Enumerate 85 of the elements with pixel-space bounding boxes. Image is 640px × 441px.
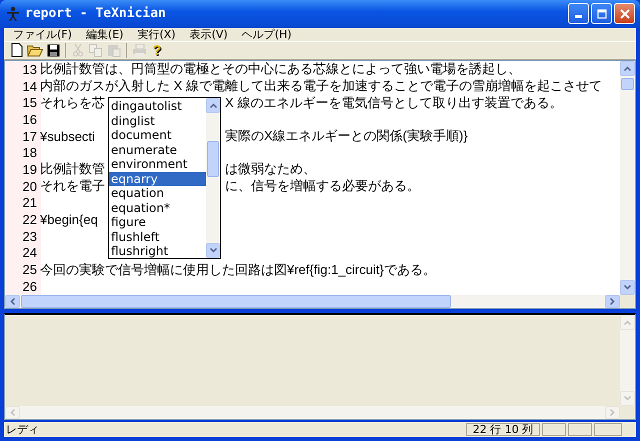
caret-down-icon [210,248,216,253]
close-button[interactable] [614,3,635,24]
caret-down-icon [624,284,631,290]
completion-item[interactable]: figure [109,215,206,230]
caret-up-icon [624,320,631,325]
line-number: 22 [22,212,38,228]
maximize-icon [596,8,606,19]
minimize-button[interactable] [568,3,589,24]
completion-list[interactable]: dingautolist dinglist document enumerate environment eqnarry equation equation* figure flushleft flushright [108,97,221,259]
menu-item[interactable]: ヘルプ(H) [234,28,299,41]
figure-icon [6,6,20,22]
code-line: 比例計数管 [40,160,106,178]
line-number: 20 [22,178,38,194]
completion-item[interactable]: enumerate [109,142,206,157]
caret-left-icon [10,298,15,305]
code-line: X 線のエネルギーを電気信号として取り出す装置である。 [225,94,562,112]
line-number: 26 [22,278,38,294]
code-line: 実際のX線エネルギーとの関係(実験手順)} [225,127,468,146]
completion-item[interactable]: eqnarry [109,172,206,186]
line-number: 14 [22,78,38,94]
completion-item[interactable]: environment [109,157,206,172]
code-line: 比例計数管は、円筒型の電極とその中心にある芯線とによって強い電場を誘起し、 [40,61,521,78]
scroll-thumb[interactable] [21,294,451,308]
completion-item[interactable]: dingautolist [109,99,206,114]
scroll-thumb[interactable] [207,141,219,177]
scroll-down-button[interactable] [620,280,635,295]
line-number: 24 [22,245,38,260]
code-line: 今回の実験で信号増幅に使用した回路は図¥ref{fig:1_circuit}である。 [40,260,436,279]
line-number: 15 [22,95,38,110]
scrollbar[interactable] [620,61,635,295]
page-icon [11,43,23,58]
status-pane [568,423,592,436]
scrollbar[interactable] [5,294,620,308]
status-message: レディ [5,422,40,437]
window-title: report - TeXnician [25,6,167,22]
menu-item[interactable]: 表示(V) [182,28,235,41]
minimize-icon [575,15,582,18]
caret-left-icon [10,409,15,416]
completion-item[interactable]: document [109,128,206,142]
code-line: ¥subsecti [40,128,96,144]
completion-item[interactable]: dinglist [109,114,206,128]
line-number: 23 [22,228,38,244]
line-number: 19 [22,162,38,177]
completion-item[interactable]: equation [109,186,206,200]
close-icon [620,8,630,19]
code-line: それを電子 [40,177,106,196]
scroll-right-button[interactable] [605,294,620,308]
caret-right-icon [610,298,615,305]
line-number: 16 [22,112,38,127]
completion-item[interactable]: flushright [109,244,206,258]
scissors-icon [73,43,83,58]
scroll-down-button[interactable] [206,243,220,258]
line-number: 17 [22,128,38,144]
scroll-up-button[interactable] [620,61,635,76]
caret-right-icon [610,409,615,416]
cursor-position: 22 行 10 列 [466,423,540,436]
scrollbar-corner [620,294,635,308]
folder-icon [27,44,43,57]
scroll-thumb[interactable] [621,78,634,90]
caret-down-icon [624,396,631,401]
completion-item[interactable]: flushleft [109,230,206,244]
scrollbar[interactable] [206,98,220,258]
line-number: 18 [22,145,38,160]
menu-item[interactable]: 実行(X) [130,28,183,41]
code-line: は微弱なため、 [225,160,316,178]
caret-up-icon [624,66,631,71]
printer-icon [132,44,146,57]
code-line: ¥begin{eq [40,212,98,228]
status-pane [542,423,566,436]
caret-up-icon [210,103,216,108]
scroll-up-button[interactable] [206,98,220,113]
code-line: 内部のガスが入射した X 線で電離して出来る電子を加速することで電子の雪崩増幅を起こさせて [40,77,602,96]
line-number: 13 [22,62,38,77]
status-pane [594,423,622,436]
line-number: 25 [22,262,38,278]
maximize-button[interactable] [591,3,612,24]
line-number: 21 [22,195,38,210]
copy-icon [89,44,103,57]
code-line: それらを芯 [40,94,106,112]
clipboard-icon [107,43,121,58]
code-line: に、信号を増幅する必要がある。 [225,177,420,196]
scroll-left-button[interactable] [5,294,20,308]
completion-item[interactable]: equation* [109,200,206,215]
menu-item[interactable]: ファイル(F) [6,28,79,41]
menu-item[interactable]: 編集(E) [78,28,130,41]
